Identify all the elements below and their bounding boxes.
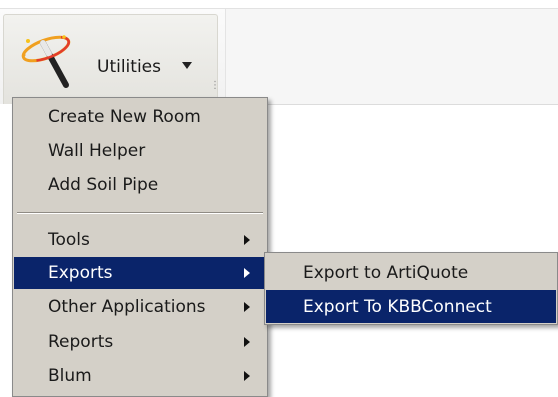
submenu-item-label: Export to ArtiQuote bbox=[303, 262, 469, 283]
menu-item-create-new-room[interactable]: Create New Room bbox=[14, 101, 266, 133]
menu-item-label: Create New Room bbox=[48, 107, 201, 127]
submenu-arrow-icon bbox=[244, 302, 250, 312]
menu-item-label: Blum bbox=[48, 366, 92, 386]
menu-item-wall-helper[interactable]: Wall Helper bbox=[14, 135, 266, 167]
submenu-arrow-icon bbox=[244, 268, 250, 278]
magic-wand-icon bbox=[21, 35, 71, 88]
menu-separator bbox=[17, 212, 263, 214]
submenu-item-label: Export To KBBConnect bbox=[303, 296, 492, 317]
dropdown-caret-icon bbox=[182, 62, 192, 69]
menu-item-exports[interactable]: Exports bbox=[14, 257, 266, 289]
utilities-button[interactable]: Utilities bbox=[3, 14, 218, 104]
ribbon-bottom-border bbox=[225, 104, 558, 105]
utilities-label: Utilities bbox=[97, 57, 161, 77]
submenu-item-export-artiquote[interactable]: Export to ArtiQuote bbox=[266, 256, 556, 289]
menu-item-label: Tools bbox=[48, 230, 90, 250]
menu-item-add-soil-pipe[interactable]: Add Soil Pipe bbox=[14, 169, 266, 201]
menu-item-label: Exports bbox=[48, 263, 113, 283]
exports-submenu: Export to ArtiQuote Export To KBBConnect bbox=[264, 252, 558, 325]
ribbon-empty-area bbox=[225, 9, 558, 104]
resize-grip-icon[interactable]: ⋮ bbox=[210, 81, 220, 96]
menu-item-label: Add Soil Pipe bbox=[48, 175, 159, 195]
menu-item-blum[interactable]: Blum bbox=[14, 360, 266, 392]
utilities-menu: Create New Room Wall Helper Add Soil Pip… bbox=[12, 97, 268, 397]
submenu-arrow-icon bbox=[244, 235, 250, 245]
submenu-arrow-icon bbox=[244, 371, 250, 381]
submenu-arrow-icon bbox=[244, 337, 250, 347]
menu-item-reports[interactable]: Reports bbox=[14, 326, 266, 358]
menu-item-label: Other Applications bbox=[48, 297, 206, 317]
menu-item-other-applications[interactable]: Other Applications bbox=[14, 291, 266, 323]
submenu-item-export-kbbconnect[interactable]: Export To KBBConnect bbox=[266, 290, 556, 323]
menu-item-tools[interactable]: Tools bbox=[14, 224, 266, 256]
menu-item-label: Wall Helper bbox=[48, 141, 146, 161]
menu-item-label: Reports bbox=[48, 332, 114, 352]
